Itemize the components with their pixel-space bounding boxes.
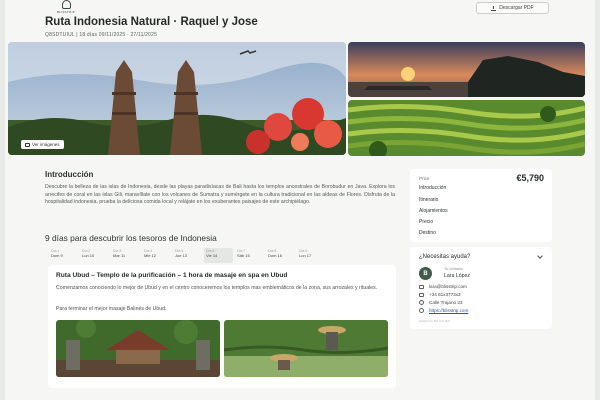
day-description-extra: Para terminar el mejor masaje Balinés de… [56,306,167,312]
day-tabs: Día 1 Dom 9 Día 2 Lun 10 Día 3 Mar 11 Día 4… [49,248,326,263]
day-tab-date: Lun 10 [82,253,95,258]
day-tab-date: Mar 11 [113,253,126,258]
day-tab-date: Dom 16 [268,253,283,258]
agent-role: Tu contacto [444,267,463,271]
nav-link-precio[interactable]: Precio [419,219,433,225]
contact-website-link[interactable]: https://blisstrip.com [429,308,468,313]
help-title[interactable]: ¿Necesitas ayuda? [419,254,470,260]
price-value: €5,790 [516,173,544,183]
nav-link-itinerario[interactable]: Itinerario [419,197,438,203]
contact-website[interactable]: https://blisstrip.com [419,308,468,313]
day-tab-date: Sáb 15 [237,253,250,258]
brand-logo-icon [61,0,71,9]
main-photo-temple[interactable] [8,42,346,155]
contact-phone-text: +34 61x3773x3 [429,292,461,297]
avatar: B [419,267,432,280]
phone-icon [419,292,424,297]
price-label: Price [419,176,430,181]
nav-link-introduccion[interactable]: Introducción [419,185,446,191]
day-photo-temple-garden[interactable] [56,320,220,377]
view-images-button[interactable]: Ver imágenes [21,140,64,149]
day-tab-8[interactable]: Día 8 Dom 16 [266,248,295,263]
intro-heading: Introducción [45,170,94,179]
view-images-label: Ver imágenes [32,142,60,147]
day-tab-date: Vie 14 [206,253,218,258]
camera-icon [25,142,30,147]
brand-logo[interactable]: BLISSTRIP [48,0,84,14]
day-title: Ruta Ubud – Templo de la purificación – … [56,272,288,279]
day-tab-date: Dom 9 [51,253,63,258]
days-heading: 9 días para descubrir los tesoros de Ind… [45,233,217,243]
day-tab-5[interactable]: Día 5 Jue 13 [173,248,202,263]
day-tab-date: Lun 17 [299,253,312,258]
day-photo-farmer[interactable] [224,320,388,377]
chevron-down-icon[interactable] [537,253,543,259]
day-tab-4[interactable]: Día 4 Mié 12 [142,248,171,263]
photo-rice-terraces[interactable] [348,100,585,156]
mail-icon [419,284,424,289]
price-summary-card: Price €5,790 Introducción Itinerario Alo… [410,169,552,242]
contact-email-text: lara@blisstrip.com [429,284,467,289]
contact-address-text: Calle Trajano 23 [429,300,463,305]
brand-logo-text: BLISSTRIP [56,10,76,14]
download-pdf-button[interactable]: Descargar PDF [476,2,549,14]
contact-email[interactable]: lara@blisstrip.com [419,284,467,289]
day-detail-card: Ruta Ubud – Templo de la purificación – … [48,265,396,388]
agent-name: Lara López [444,273,470,279]
day-tab-1[interactable]: Día 1 Dom 9 [49,248,78,263]
nav-link-destino[interactable]: Destino [419,230,436,236]
globe-icon [419,308,424,313]
day-tab-7[interactable]: Día 7 Sáb 15 [235,248,264,263]
download-icon [491,5,497,11]
itinerary-page: BLISSTRIP Ruta Indonesia Natural · Raque… [5,0,595,400]
trip-meta: Q8SDTUIUL | 18 días 09/11/2025 · 27/11/2… [45,32,158,38]
day-tab-6[interactable]: Día 6 Vie 14 [204,248,233,263]
help-footer: AGENCIA DE VIAJES [419,319,450,323]
day-tab-2[interactable]: Día 2 Lun 10 [80,248,109,263]
nav-link-alojamientos[interactable]: Alojamientos [419,208,448,214]
contact-address: Calle Trajano 23 [419,300,462,305]
photo-sunset-temple[interactable] [348,42,585,97]
help-card: ¿Necesitas ayuda? B Tu contacto Lara Lóp… [410,247,552,329]
intro-text: Descubre la belleza de las islas de Indo… [45,184,395,206]
day-description: Comenzamos conociendo lo mejor de Ubud y… [56,285,378,291]
contact-phone[interactable]: +34 61x3773x3 [419,292,461,297]
day-tab-9[interactable]: Día 9 Lun 17 [297,248,326,263]
download-pdf-label: Descargar PDF [499,5,534,11]
location-icon [419,300,424,305]
page-title: Ruta Indonesia Natural · Raquel y Jose [45,16,258,28]
day-tab-3[interactable]: Día 3 Mar 11 [111,248,140,263]
day-tab-date: Jue 13 [175,253,188,258]
day-tab-date: Mié 12 [144,253,157,258]
